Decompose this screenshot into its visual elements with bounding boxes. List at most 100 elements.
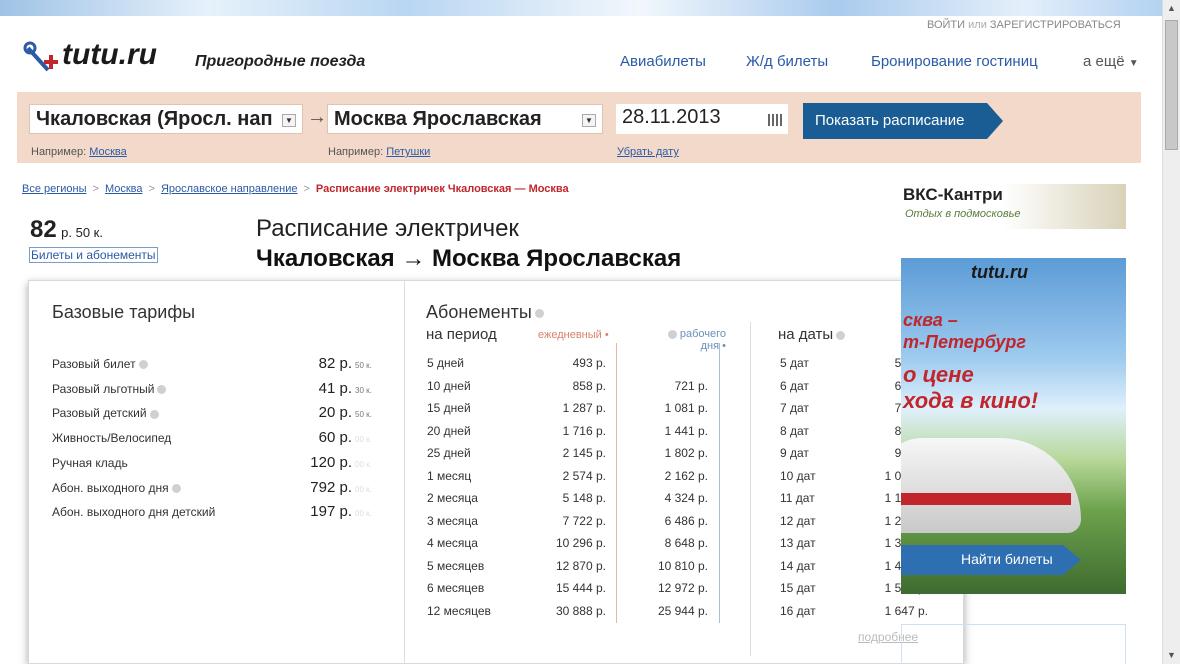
period-workday-price: 12 972 р. bbox=[657, 581, 708, 595]
daily-column-header: ежедневный • bbox=[538, 329, 609, 341]
price-rub: 82 bbox=[30, 216, 57, 243]
period-label: 10 дней bbox=[427, 378, 471, 393]
tariff-kop: 00 к. bbox=[355, 435, 372, 445]
tariff-kop: 30 к. bbox=[355, 385, 372, 395]
to-station-value: Москва Ярославская bbox=[334, 108, 542, 130]
dropdown-arrow-icon[interactable]: ▼ bbox=[282, 114, 296, 127]
period-label: 4 месяца bbox=[427, 536, 478, 550]
to-hint-link[interactable]: Петушки bbox=[386, 146, 430, 158]
period-daily-price: 5 148 р. bbox=[562, 491, 606, 505]
from-hint-label: Например: bbox=[31, 146, 87, 158]
workday-column-line bbox=[719, 343, 720, 623]
dates-heading-label: на даты bbox=[778, 326, 834, 343]
chevron-down-icon: ▼ bbox=[1128, 58, 1139, 69]
breadcrumb-moscow[interactable]: Москва bbox=[105, 183, 143, 195]
vks-ad[interactable]: ВКС-Кантри Отдых в подмосковье bbox=[901, 184, 1126, 229]
period-label: 6 месяцев bbox=[427, 581, 485, 595]
top-decoration-band bbox=[0, 0, 1162, 16]
nav-avia[interactable]: Авиабилеты bbox=[620, 53, 706, 70]
from-hint-link[interactable]: Москва bbox=[89, 146, 127, 158]
scrollbar[interactable]: ▲ ▼ bbox=[1162, 0, 1180, 664]
workday-column-header: рабочего дня • bbox=[646, 328, 726, 352]
banner-ad[interactable]: tutu.ru сква – т-Петербург о цене хода в… bbox=[901, 258, 1126, 594]
dates-label: 8 дат bbox=[780, 423, 809, 438]
show-schedule-button[interactable]: Показать расписание bbox=[803, 103, 1003, 139]
clear-date-label: Убрать дату bbox=[617, 146, 679, 158]
dates-divider bbox=[750, 322, 751, 656]
period-workday-price: 25 944 р. bbox=[657, 603, 708, 618]
nav-more[interactable]: а ещё ▼ bbox=[1083, 53, 1139, 70]
date-field[interactable]: 28.11.2013 bbox=[616, 104, 788, 134]
dates-label: 9 дат bbox=[780, 446, 809, 460]
vks-subtitle: Отдых в подмосковье bbox=[905, 208, 1021, 220]
dates-label: 10 дат bbox=[780, 468, 816, 483]
tickets-link[interactable]: Билеты и абонементы bbox=[29, 247, 158, 263]
to-hint: Например: Петушки bbox=[328, 146, 430, 158]
tariff-kop: 00 к. bbox=[355, 509, 372, 519]
dropdown-arrow-icon[interactable]: ▼ bbox=[582, 114, 596, 127]
banner-line3: о цене bbox=[903, 362, 974, 387]
tariff-label: Разовый льготный bbox=[52, 382, 167, 396]
page-title: Расписание электричек bbox=[256, 215, 519, 242]
tariff-price: 82 р. bbox=[318, 355, 352, 372]
search-form: Чкаловская (Яросл. нап ▼ → Москва Яросла… bbox=[17, 92, 1141, 163]
period-workday-price: 721 р. bbox=[674, 378, 708, 393]
breadcrumb: Все регионы > Москва > Ярославское направлен… bbox=[22, 183, 569, 195]
to-station-select[interactable]: Москва Ярославская ▼ bbox=[327, 104, 603, 134]
subscriptions-heading-label: Абонементы bbox=[426, 302, 532, 322]
info-icon[interactable] bbox=[667, 329, 677, 339]
nav-rail[interactable]: Ж/д билеты bbox=[746, 53, 828, 70]
subscriptions-heading: Абонементы bbox=[426, 302, 544, 323]
clear-date-link[interactable]: Убрать дату bbox=[617, 146, 679, 158]
period-daily-price: 1 287 р. bbox=[562, 401, 606, 415]
period-label: 3 месяца bbox=[427, 513, 478, 528]
dates-heading: на даты bbox=[778, 326, 846, 343]
scroll-down-icon[interactable]: ▼ bbox=[1167, 650, 1176, 660]
period-workday-price: 1 081 р. bbox=[664, 401, 708, 415]
info-icon[interactable] bbox=[157, 385, 167, 395]
register-link[interactable]: ЗАРЕГИСТРИРОВАТЬСЯ bbox=[990, 19, 1121, 31]
ad-placeholder bbox=[901, 624, 1126, 664]
find-tickets-button[interactable]: Найти билеты bbox=[901, 545, 1081, 575]
route-arrow: → bbox=[307, 106, 327, 128]
tariff-kop: 00 к. bbox=[355, 484, 372, 494]
from-station-value: Чкаловская (Яросл. нап bbox=[36, 108, 273, 130]
info-icon[interactable] bbox=[149, 409, 159, 419]
scrollbar-thumb[interactable] bbox=[1165, 20, 1178, 150]
logo-icon[interactable] bbox=[22, 40, 62, 80]
tariff-kop: 50 к. bbox=[355, 410, 372, 420]
nav-hotels[interactable]: Бронирование гостиниц bbox=[871, 53, 1038, 70]
tariff-price: 41 р. bbox=[318, 379, 352, 397]
period-label: 1 месяц bbox=[427, 468, 472, 483]
period-daily-price: 2 145 р. bbox=[562, 446, 606, 460]
info-icon[interactable] bbox=[138, 360, 148, 370]
dates-label: 13 дат bbox=[780, 536, 816, 550]
tariff-label: Ручная кладь bbox=[52, 455, 128, 470]
info-icon[interactable] bbox=[534, 308, 544, 318]
tariff-price: 120 р. bbox=[310, 453, 352, 471]
daily-column-line bbox=[616, 343, 617, 623]
tariff-price: 60 р. bbox=[318, 429, 352, 447]
dates-label: 15 дат bbox=[780, 581, 816, 595]
period-label: 20 дней bbox=[427, 423, 471, 438]
logo-text[interactable]: tutu.ru bbox=[62, 38, 157, 72]
period-label: 25 дней bbox=[427, 446, 471, 460]
banner-logo: tutu.ru bbox=[971, 262, 1028, 282]
breadcrumb-direction[interactable]: Ярославское направление bbox=[161, 183, 298, 195]
base-tariffs-heading: Базовые тарифы bbox=[52, 302, 196, 322]
tariff-kop: 00 к. bbox=[355, 459, 372, 469]
tariff-label: Абон. выходного дня детский bbox=[52, 505, 216, 520]
info-icon[interactable] bbox=[171, 483, 181, 493]
tariff-price: 197 р. bbox=[310, 503, 352, 521]
scroll-up-icon[interactable]: ▲ bbox=[1167, 3, 1176, 13]
banner-line2: т-Петербург bbox=[903, 332, 1027, 352]
breadcrumb-all-regions[interactable]: Все регионы bbox=[22, 183, 87, 195]
info-icon[interactable] bbox=[836, 330, 846, 340]
auth-links: ВОЙТИ или ЗАРЕГИСТРИРОВАТЬСЯ bbox=[927, 19, 1121, 31]
calendar-icon[interactable] bbox=[768, 114, 782, 126]
tariff-price: 792 р. bbox=[310, 478, 352, 496]
period-workday-price: 4 324 р. bbox=[664, 491, 708, 505]
period-daily-price: 7 722 р. bbox=[562, 513, 606, 528]
from-station-select[interactable]: Чкаловская (Яросл. нап ▼ bbox=[29, 104, 303, 134]
login-link[interactable]: ВОЙТИ bbox=[927, 19, 965, 31]
